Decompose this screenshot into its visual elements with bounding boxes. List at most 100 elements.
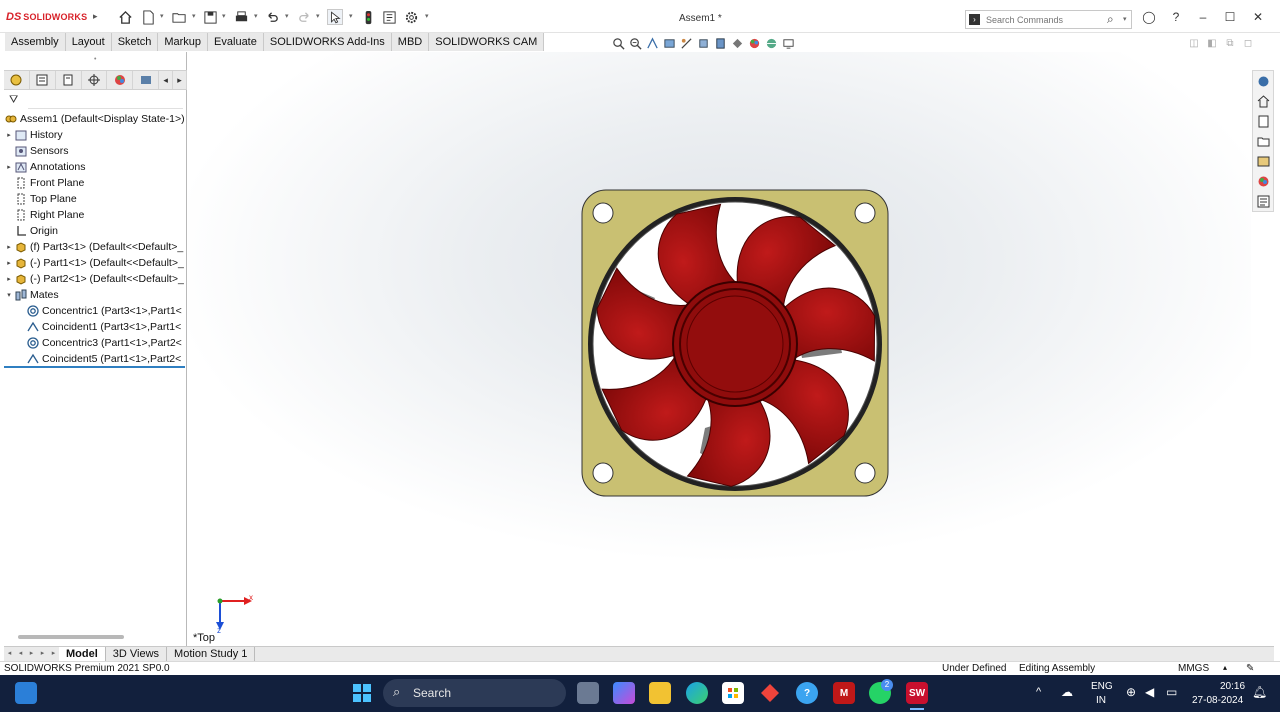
minimize-icon[interactable]: –: [1195, 9, 1211, 25]
cloud-weather-icon[interactable]: ☁: [1061, 685, 1073, 699]
tree-item-sensors[interactable]: Sensors: [4, 143, 187, 159]
file-properties-icon[interactable]: [381, 9, 397, 25]
tab-addins[interactable]: SOLIDWORKS Add-Ins: [263, 33, 392, 51]
tree-item-mates[interactable]: ▾ Mates: [4, 287, 187, 303]
solidworks-resources-icon[interactable]: [1253, 71, 1273, 91]
redo-icon[interactable]: [296, 9, 312, 25]
unit-system[interactable]: MMGS: [1178, 663, 1209, 674]
tree-item-mate-coincident5[interactable]: Coincident5 (Part1<1>,Part2<: [4, 351, 187, 367]
show-desktop-icon[interactable]: [15, 682, 37, 704]
apply-scene-icon[interactable]: [763, 37, 780, 51]
taskbar-search-box[interactable]: ⌕ Search: [383, 679, 566, 707]
filter-icon[interactable]: ⛛: [9, 94, 18, 107]
panel-horizontal-scrollbar[interactable]: [18, 635, 124, 639]
prev-tab-icon[interactable]: ◂: [15, 647, 26, 661]
file-explorer-icon[interactable]: [1253, 131, 1273, 151]
section-view-icon[interactable]: [661, 37, 678, 51]
featuremanager-tab-icon[interactable]: [4, 71, 30, 89]
help-icon[interactable]: ?: [1168, 9, 1184, 25]
configurationmanager-tab-icon[interactable]: [56, 71, 82, 89]
tree-item-front-plane[interactable]: Front Plane: [4, 175, 187, 191]
solidworks-taskbar-icon[interactable]: SW: [906, 682, 928, 704]
tab-evaluate[interactable]: Evaluate: [208, 33, 264, 51]
tab-layout[interactable]: Layout: [65, 33, 112, 51]
expand-arrow-icon[interactable]: ▸: [4, 163, 14, 171]
panel-grip[interactable]: •: [94, 56, 96, 63]
tab-model[interactable]: Model: [59, 647, 106, 661]
tab-motion-study[interactable]: Motion Study 1: [167, 647, 256, 661]
first-tab-icon[interactable]: ◂: [4, 647, 15, 661]
design-library-icon[interactable]: [1253, 111, 1273, 131]
battery-icon[interactable]: ▭: [1166, 685, 1177, 699]
search-icon[interactable]: ⌕: [1107, 12, 1114, 27]
tabs-scroll-right-icon[interactable]: ▸: [173, 71, 187, 89]
select-dropdown-icon[interactable]: ▾: [349, 12, 353, 20]
clock-time[interactable]: 20:16: [1220, 681, 1245, 692]
tree-item-mate-concentric3[interactable]: Concentric3 (Part1<1>,Part2<: [4, 335, 187, 351]
displaymanager-tab-icon[interactable]: [107, 71, 134, 89]
user-account-icon[interactable]: ◯: [1141, 9, 1157, 25]
tree-item-history[interactable]: ▸ History: [4, 127, 187, 143]
custom-properties-icon[interactable]: [1253, 191, 1273, 211]
menu-expand-arrow-icon[interactable]: ▸: [93, 11, 98, 22]
clock-date[interactable]: 27-08-2024: [1192, 695, 1243, 706]
expand-arrow-icon[interactable]: ▸: [4, 131, 14, 139]
propertymanager-tab-icon[interactable]: [30, 71, 56, 89]
tabs-scroll-left-icon[interactable]: ◂: [159, 71, 174, 89]
tree-item-mate-concentric1[interactable]: Concentric1 (Part3<1>,Part1<: [4, 303, 187, 319]
last-tab-icon[interactable]: ▸: [37, 647, 48, 661]
expand-arrow-icon[interactable]: ▸: [4, 275, 14, 283]
expand-arrow-icon[interactable]: ▸: [4, 243, 14, 251]
cam-manager-tab-icon[interactable]: [133, 71, 160, 89]
tree-root-assembly[interactable]: Assem1 (Default<Display State-1>): [4, 111, 187, 127]
maximize-icon[interactable]: ☐: [1222, 9, 1238, 25]
new-dropdown-icon[interactable]: ▾: [160, 12, 164, 20]
tab-menu-icon[interactable]: ▸: [48, 647, 59, 661]
home-icon[interactable]: [1253, 91, 1273, 111]
tab-mbd[interactable]: MBD: [391, 33, 430, 51]
filter-input[interactable]: [28, 108, 183, 109]
save-icon[interactable]: [202, 9, 218, 25]
doc-close-icon[interactable]: ◻: [1239, 38, 1257, 49]
hide-show-items-icon[interactable]: [729, 37, 746, 51]
input-language[interactable]: ENG: [1091, 681, 1113, 692]
tree-item-annotations[interactable]: ▸ Annotations: [4, 159, 187, 175]
tree-item-mate-coincident1[interactable]: Coincident1 (Part3<1>,Part1<: [4, 319, 187, 335]
dynamic-annotation-icon[interactable]: [678, 37, 695, 51]
edit-appearance-icon[interactable]: [746, 37, 763, 51]
save-dropdown-icon[interactable]: ▾: [222, 12, 226, 20]
appearances-scenes-icon[interactable]: [1253, 171, 1273, 191]
search-dropdown-icon[interactable]: ▾: [1123, 15, 1127, 23]
open-dropdown-icon[interactable]: ▾: [192, 12, 196, 20]
rollback-bar[interactable]: [4, 366, 185, 368]
tab-3d-views[interactable]: 3D Views: [106, 647, 168, 661]
tree-item-top-plane[interactable]: Top Plane: [4, 191, 187, 207]
graphics-area[interactable]: x z *Top: [188, 52, 1251, 646]
open-folder-icon[interactable]: [171, 9, 187, 25]
view-settings-icon[interactable]: [780, 37, 797, 51]
next-tab-icon[interactable]: ▸: [26, 647, 37, 661]
notification-bell-icon[interactable]: 🔔︎: [1252, 685, 1267, 699]
tile-icon[interactable]: ◫: [1185, 38, 1203, 49]
home-icon[interactable]: [117, 9, 133, 25]
file-explorer-icon[interactable]: [649, 682, 671, 704]
start-button-icon[interactable]: [351, 682, 373, 704]
collapse-arrow-icon[interactable]: ▾: [4, 291, 14, 299]
copilot-icon[interactable]: [613, 682, 635, 704]
tree-item-part1[interactable]: ▸ (-) Part1<1> (Default<<Default>_: [4, 255, 187, 271]
options-dropdown-icon[interactable]: ▾: [425, 12, 429, 20]
tree-item-right-plane[interactable]: Right Plane: [4, 207, 187, 223]
zoom-to-fit-icon[interactable]: [610, 37, 627, 51]
redo-dropdown-icon[interactable]: ▾: [316, 12, 320, 20]
anydesk-icon[interactable]: [759, 682, 781, 704]
options-gear-icon[interactable]: [403, 9, 419, 25]
input-region[interactable]: IN: [1096, 695, 1106, 706]
fan-assembly-model[interactable]: [580, 188, 890, 500]
display-style-icon[interactable]: [712, 37, 729, 51]
previous-view-icon[interactable]: [644, 37, 661, 51]
view-palette-icon[interactable]: [1253, 151, 1273, 171]
tab-assembly[interactable]: Assembly: [5, 33, 66, 51]
restore-panel-icon[interactable]: ◧: [1203, 38, 1221, 49]
tab-cam[interactable]: SOLIDWORKS CAM: [429, 33, 545, 51]
print-dropdown-icon[interactable]: ▾: [254, 12, 258, 20]
